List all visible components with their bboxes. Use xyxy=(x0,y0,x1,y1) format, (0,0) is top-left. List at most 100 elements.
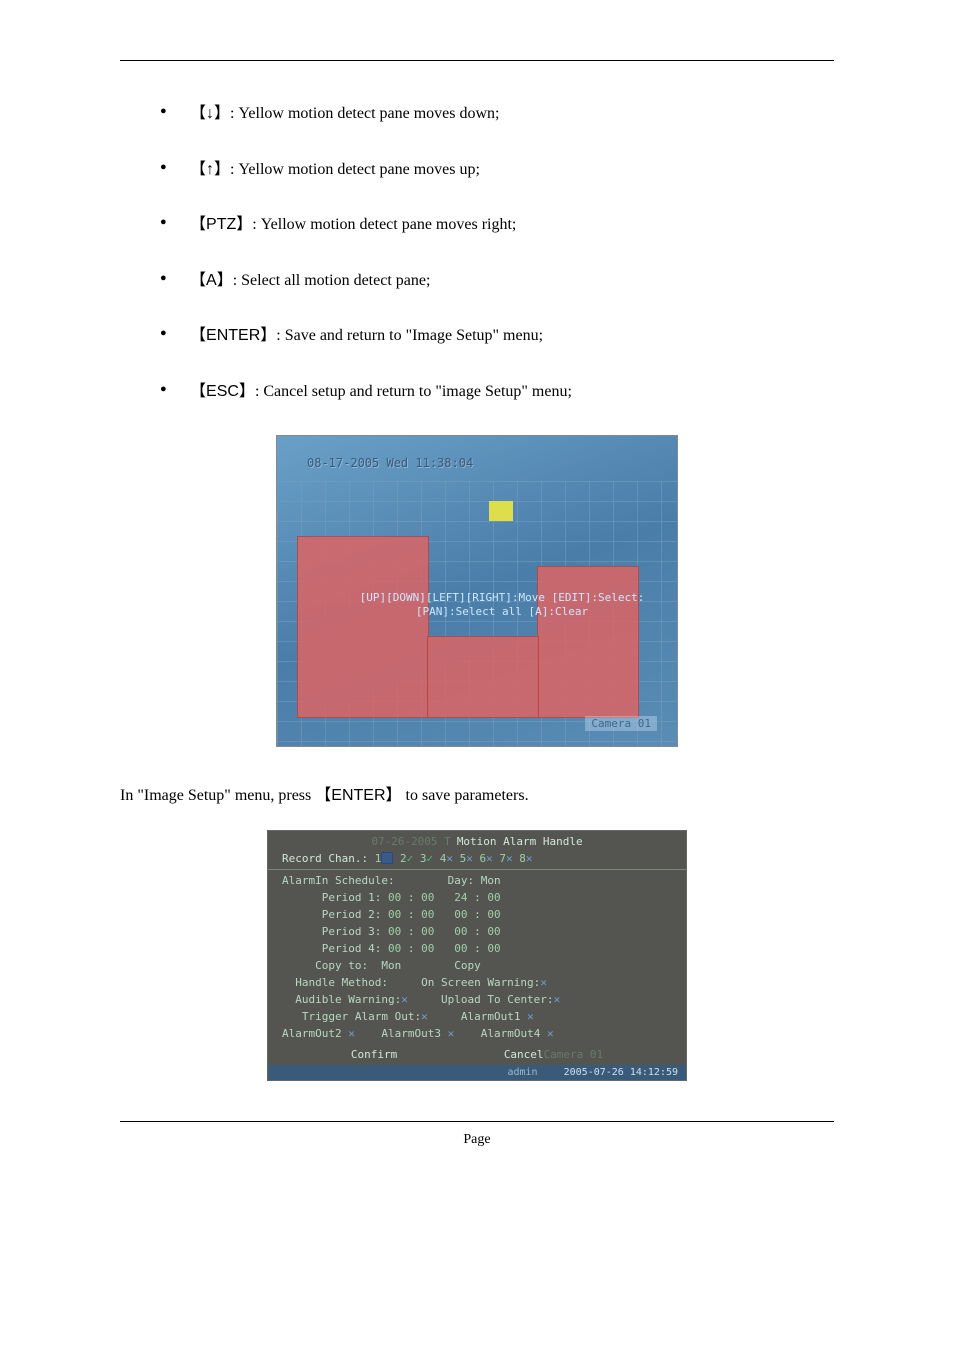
cross-icon: ✕ xyxy=(506,852,513,865)
status-bar: admin 2005-07-26 14:12:59 xyxy=(268,1065,686,1080)
period-h1[interactable]: 00 xyxy=(388,891,401,904)
period-h1[interactable]: 00 xyxy=(388,925,401,938)
period-m1[interactable]: 00 xyxy=(421,908,434,921)
period-label: Period 2: xyxy=(322,908,382,921)
cross-icon[interactable]: ✕ xyxy=(527,1010,534,1023)
key-symbol: A xyxy=(206,272,217,289)
key-item: 【PTZ】: Yellow motion detect pane moves r… xyxy=(160,212,834,238)
chan-2[interactable]: 2✓ xyxy=(400,852,413,865)
period-h2[interactable]: 24 xyxy=(454,891,467,904)
period-row: Period 1: 00 : 00 24 : 00 xyxy=(268,889,686,906)
dialog-title: Motion Alarm Handle xyxy=(457,835,583,848)
chan-7[interactable]: 7✕ xyxy=(499,852,512,865)
key-desc: : Yellow motion detect pane moves down; xyxy=(230,105,499,122)
chan-6[interactable]: 6✕ xyxy=(479,852,492,865)
policy-paragraph: In "Image Setup" menu, press 【ENTER】 to … xyxy=(120,782,834,811)
period-row: Period 4: 00 : 00 00 : 00 xyxy=(268,940,686,957)
key-item: 【↓】: Yellow motion detect pane moves dow… xyxy=(160,101,834,127)
upload-label: Upload To Center: xyxy=(441,993,554,1006)
record-chan-label: Record Chan.: xyxy=(282,852,368,865)
period-m2[interactable]: 00 xyxy=(487,908,500,921)
motion-area xyxy=(537,566,639,718)
copy-row: Copy to: Mon Copy xyxy=(268,957,686,974)
period-h2[interactable]: 00 xyxy=(454,925,467,938)
alarmout1-label: AlarmOut1 xyxy=(461,1010,521,1023)
cross-icon[interactable]: ✕ xyxy=(547,1027,554,1040)
period-row: Period 3: 00 : 00 00 : 00 xyxy=(268,923,686,940)
key-desc: : Yellow motion detect pane moves right; xyxy=(252,216,516,233)
cross-icon[interactable]: ✕ xyxy=(540,976,547,989)
key-bracket: 【ENTER】 xyxy=(190,327,276,344)
key-item: 【A】: Select all motion detect pane; xyxy=(160,268,834,294)
checkbox-icon xyxy=(381,852,393,864)
check-icon: ✓ xyxy=(426,852,433,865)
period-h2[interactable]: 00 xyxy=(454,942,467,955)
motion-area xyxy=(427,636,539,718)
cross-icon[interactable]: ✕ xyxy=(401,993,408,1006)
key-bracket: 【ESC】 xyxy=(190,383,255,400)
key-bracket: 【ENTER】 xyxy=(315,787,401,804)
period-m1[interactable]: 00 xyxy=(421,891,434,904)
period-m2[interactable]: 00 xyxy=(487,942,500,955)
schedule-row: AlarmIn Schedule: Day: Mon xyxy=(268,872,686,889)
copy-button[interactable]: Copy xyxy=(454,959,481,972)
top-rule xyxy=(120,60,834,61)
key-bracket: 【PTZ】 xyxy=(190,216,252,233)
alarmout4-label: AlarmOut4 xyxy=(481,1027,541,1040)
chan-1[interactable]: 1 xyxy=(375,852,394,865)
audible-label: Audible Warning: xyxy=(295,993,401,1006)
day-value[interactable]: Mon xyxy=(481,874,501,887)
period-m2[interactable]: 00 xyxy=(487,925,500,938)
period-h1[interactable]: 00 xyxy=(388,942,401,955)
cancel-button: Cancel xyxy=(504,1048,544,1061)
copy-to-value[interactable]: Mon xyxy=(381,959,401,972)
status-user: admin xyxy=(507,1067,537,1078)
key-symbol: ENTER xyxy=(331,787,385,804)
period-m1[interactable]: 00 xyxy=(421,942,434,955)
hint-line1: [UP][DOWN][LEFT][RIGHT]:Move [EDIT]:Sele… xyxy=(347,591,657,605)
period-label: Period 1: xyxy=(322,891,382,904)
chan-4[interactable]: 4✕ xyxy=(440,852,453,865)
period-row: Period 2: 00 : 00 00 : 00 xyxy=(268,906,686,923)
key-desc: : Cancel setup and return to "image Setu… xyxy=(255,383,572,400)
day-label: Day: xyxy=(448,874,475,887)
screenshot-alarm-handle: 07-26-2005 TMotion Alarm Handle Record C… xyxy=(267,830,687,1081)
bottom-rule xyxy=(120,1121,834,1122)
period-m2[interactable]: 00 xyxy=(487,891,500,904)
ghost-camera: Camera 01 xyxy=(544,1048,604,1061)
divider xyxy=(268,869,686,870)
dialog-title-row: 07-26-2005 TMotion Alarm Handle xyxy=(268,831,686,850)
key-desc: : Yellow motion detect pane moves up; xyxy=(230,161,480,178)
key-symbol: PTZ xyxy=(206,216,236,233)
policy-prefix: In "Image Setup" menu, press xyxy=(120,787,311,804)
period-h1[interactable]: 00 xyxy=(388,908,401,921)
confirm-button[interactable]: Confirm xyxy=(351,1048,397,1061)
key-desc: : Save and return to "Image Setup" menu; xyxy=(276,327,543,344)
record-chan-row: Record Chan.: 1 2✓ 3✓ 4✕ 5✕ 6✕ 7✕ 8✕ xyxy=(268,850,686,867)
chan-8[interactable]: 8✕ xyxy=(519,852,532,865)
period-label: Period 4: xyxy=(322,942,382,955)
key-item: 【ENTER】: Save and return to "Image Setup… xyxy=(160,323,834,349)
cross-icon[interactable]: ✕ xyxy=(348,1027,355,1040)
chan-3[interactable]: 3✓ xyxy=(420,852,433,865)
trigger-row: Trigger Alarm Out:✕ AlarmOut1 ✕ xyxy=(268,1008,686,1025)
key-desc: : Select all motion detect pane; xyxy=(233,272,431,289)
period-h2[interactable]: 00 xyxy=(454,908,467,921)
copy-to-label: Copy to: xyxy=(315,959,368,972)
camera-label: Camera 01 xyxy=(585,716,657,731)
key-bracket: 【↑】 xyxy=(190,161,230,178)
key-item: 【↑】: Yellow motion detect pane moves up; xyxy=(160,157,834,183)
policy-suffix: to save parameters. xyxy=(406,787,529,804)
screenshot-motion-grid: 08-17-2005 Wed 11:38:04 [UP][DOWN][LEFT]… xyxy=(276,435,678,747)
cancel-wrap[interactable]: CancelCamera 01 xyxy=(504,1048,603,1061)
key-bracket: 【A】 xyxy=(190,272,233,289)
cross-icon[interactable]: ✕ xyxy=(421,1010,428,1023)
check-icon: ✓ xyxy=(407,852,414,865)
schedule-label: AlarmIn Schedule: xyxy=(282,874,395,887)
cross-icon: ✕ xyxy=(486,852,493,865)
cross-icon[interactable]: ✕ xyxy=(554,993,561,1006)
cross-icon[interactable]: ✕ xyxy=(448,1027,455,1040)
handle-method-label: Handle Method: xyxy=(295,976,388,989)
period-m1[interactable]: 00 xyxy=(421,925,434,938)
chan-5[interactable]: 5✕ xyxy=(460,852,473,865)
